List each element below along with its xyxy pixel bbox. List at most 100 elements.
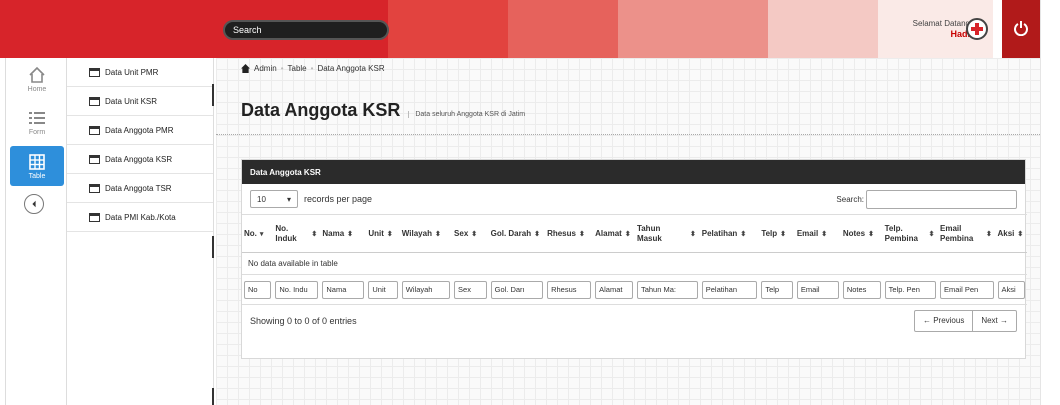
column-filter-input[interactable]: Unit bbox=[368, 280, 398, 299]
column-filter-input[interactable]: Email Pen bbox=[940, 280, 994, 299]
column-header[interactable]: Gol. Darah ⬍ bbox=[488, 214, 546, 253]
nav-table[interactable]: Table bbox=[10, 146, 64, 186]
collapse-sidebar-button[interactable] bbox=[24, 194, 44, 214]
submenu-item-data-anggota-pmr[interactable]: Data Anggota PMR bbox=[67, 116, 213, 145]
column-header[interactable]: Pelatihan ⬍ bbox=[699, 214, 760, 253]
resize-handle[interactable] bbox=[212, 84, 214, 106]
column-header[interactable]: Unit ⬍ bbox=[366, 214, 400, 253]
column-header[interactable]: Tahun Masuk ⬍ bbox=[634, 214, 700, 253]
submenu-item-label: Data Unit KSR bbox=[105, 96, 158, 106]
table-search-input[interactable] bbox=[866, 189, 1017, 209]
empty-message: No data available in table bbox=[242, 252, 1027, 275]
divider bbox=[216, 134, 1040, 135]
column-filter-input[interactable]: Tahun Ma: bbox=[636, 280, 698, 299]
column-header[interactable]: Aksi ⬍ bbox=[995, 214, 1027, 253]
power-icon bbox=[1014, 21, 1028, 36]
column-header[interactable]: No. Induk ⬍ bbox=[273, 214, 321, 253]
resize-handle[interactable] bbox=[212, 388, 214, 405]
column-header-label: Tahun Masuk bbox=[636, 223, 662, 243]
previous-button[interactable]: ← Previous bbox=[915, 311, 974, 331]
sort-icon: ⬍ bbox=[986, 230, 992, 238]
home-icon bbox=[241, 64, 250, 73]
records-per-page-value: 10 bbox=[257, 194, 266, 204]
filter-cell: Telp. Pen bbox=[882, 274, 939, 305]
next-button[interactable]: Next → bbox=[973, 311, 1016, 331]
column-header[interactable]: Wilayah ⬍ bbox=[399, 214, 453, 253]
nav-home[interactable]: Home bbox=[6, 58, 68, 101]
sort-icon: ⬍ bbox=[386, 230, 393, 238]
column-header[interactable]: Rhesus ⬍ bbox=[545, 214, 594, 253]
column-filter-input[interactable]: Alamat bbox=[595, 280, 633, 299]
main-content: Admin • Table • Data Anggota KSR Data An… bbox=[216, 58, 1040, 405]
sort-icon: ▾ bbox=[259, 230, 264, 238]
folder-icon bbox=[89, 212, 100, 222]
submenu-item-label: Data Anggota TSR bbox=[105, 183, 172, 193]
sort-icon: ⬍ bbox=[578, 230, 585, 238]
column-filter-input[interactable]: Nama bbox=[322, 280, 365, 299]
filter-cell: Notes bbox=[840, 274, 883, 305]
submenu-item-data-unit-ksr[interactable]: Data Unit KSR bbox=[67, 87, 213, 116]
column-filter-input[interactable]: Telp. Pen bbox=[884, 280, 937, 299]
column-filter-input[interactable]: Notes bbox=[842, 280, 881, 299]
submenu-item-data-anggota-tsr[interactable]: Data Anggota TSR bbox=[67, 174, 213, 203]
submenu-item-data-anggota-ksr[interactable]: Data Anggota KSR bbox=[67, 145, 213, 174]
breadcrumb-item-table[interactable]: Table bbox=[288, 64, 307, 73]
column-header[interactable]: Notes ⬍ bbox=[840, 214, 883, 253]
column-header-label: Nama bbox=[322, 228, 345, 238]
table-search-label: Search: bbox=[836, 194, 864, 204]
sort-icon: ⬍ bbox=[624, 230, 631, 238]
column-header[interactable]: Nama ⬍ bbox=[320, 214, 367, 253]
column-filter-input[interactable]: Gol. Darı bbox=[490, 280, 544, 299]
filter-cell: Telp bbox=[759, 274, 795, 305]
nav-form[interactable]: Form bbox=[6, 101, 68, 144]
page-header: Data Anggota KSR Data seluruh Anggota KS… bbox=[241, 100, 525, 121]
left-nav: Home Form Table bbox=[5, 58, 67, 405]
column-filter-input[interactable]: Sex bbox=[454, 280, 487, 299]
data-table: No. ▾ No. Induk ⬍ Nama ⬍ Unit ⬍ Wilayah ⬍ Sex ⬍ Gol.… bbox=[242, 214, 1027, 305]
submenu-item-data-unit-pmr[interactable]: Data Unit PMR bbox=[67, 58, 213, 87]
global-search-input[interactable]: Search bbox=[223, 20, 389, 40]
filter-cell: Sex bbox=[452, 274, 489, 305]
filter-cell: Email Pen bbox=[938, 274, 996, 305]
resize-handle[interactable] bbox=[212, 236, 214, 258]
table-info: Showing 0 to 0 of 0 entries bbox=[250, 316, 357, 326]
sort-icon: ⬍ bbox=[928, 230, 935, 238]
nav-form-label: Form bbox=[28, 129, 46, 136]
column-header-label: Email Pembina bbox=[940, 223, 974, 243]
length-control: 10 ▾ records per page bbox=[250, 190, 372, 208]
column-filter-input[interactable]: Pelatihan bbox=[701, 280, 758, 299]
submenu-item-data-pmi-kab-kota[interactable]: Data PMI Kab./Kota bbox=[67, 203, 213, 232]
top-bar bbox=[0, 0, 1040, 58]
submenu: Data Unit PMR Data Unit KSR Data Anggota… bbox=[67, 58, 214, 405]
column-header[interactable]: Email Pembina ⬍ bbox=[938, 214, 996, 253]
sort-icon: ⬍ bbox=[434, 230, 441, 238]
nav-table-label: Table bbox=[28, 172, 46, 180]
top-bar-segment bbox=[388, 0, 508, 58]
submenu-item-label: Data Anggota PMR bbox=[105, 125, 174, 135]
column-filter-input[interactable]: No bbox=[244, 280, 272, 299]
pagination: ← Previous Next → bbox=[913, 310, 1017, 332]
sort-icon: ⬍ bbox=[471, 230, 478, 238]
column-header[interactable]: No. ▾ bbox=[242, 214, 274, 253]
column-header-label: Alamat bbox=[595, 228, 622, 238]
column-filter-input[interactable]: Email bbox=[796, 280, 839, 299]
filter-cell: No. Indu bbox=[273, 274, 321, 305]
column-header-label: Aksi bbox=[997, 228, 1015, 238]
sort-icon: ⬍ bbox=[534, 230, 540, 238]
column-filter-input[interactable]: No. Indu bbox=[275, 280, 319, 299]
records-per-page-select[interactable]: 10 ▾ bbox=[250, 190, 298, 208]
column-header[interactable]: Telp. Pembina ⬍ bbox=[882, 214, 939, 253]
home-icon bbox=[29, 66, 45, 83]
breadcrumb: Admin • Table • Data Anggota KSR bbox=[241, 64, 385, 73]
top-bar-segment bbox=[508, 0, 618, 58]
column-header[interactable]: Email ⬍ bbox=[794, 214, 841, 253]
column-filter-input[interactable]: Wilayah bbox=[401, 280, 451, 299]
column-filter-input[interactable]: Rhesus bbox=[547, 280, 592, 299]
column-header-label: Sex bbox=[454, 228, 469, 238]
column-header[interactable]: Sex ⬍ bbox=[452, 214, 489, 253]
breadcrumb-item-admin[interactable]: Admin bbox=[254, 64, 277, 73]
column-header[interactable]: Alamat ⬍ bbox=[593, 214, 635, 253]
column-filter-input[interactable]: Telp bbox=[761, 280, 793, 299]
column-header[interactable]: Telp ⬍ bbox=[759, 214, 795, 253]
column-filter-input[interactable]: Aksi bbox=[997, 280, 1025, 299]
